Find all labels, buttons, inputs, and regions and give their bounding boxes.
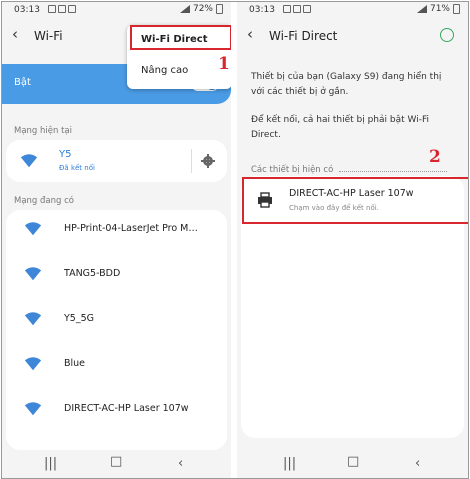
status-bar: 03:13 71% — [237, 2, 468, 22]
wifi-icon — [24, 312, 42, 326]
screenshot-frame: 03:13 72% ‹ Wi-Fi Bật Mạng hiện tại Y5 Đ… — [1, 1, 469, 479]
wifi-settings-screen: 03:13 72% ‹ Wi-Fi Bật Mạng hiện tại Y5 Đ… — [2, 2, 231, 478]
wifi-icon — [24, 267, 42, 281]
gear-icon[interactable] — [201, 154, 215, 168]
available-devices-header: Các thiết bị hiện có — [251, 165, 334, 175]
nav-bar: ||| □ ‹ — [2, 450, 231, 478]
back-arrow-icon[interactable]: ‹ — [247, 25, 253, 43]
divider — [191, 149, 192, 173]
status-bar: 03:13 72% — [2, 2, 231, 22]
status-time: 03:13 — [249, 5, 275, 15]
battery-percent: 71% — [429, 4, 450, 14]
list-item[interactable]: TANG5-BDD — [6, 257, 227, 293]
highlight-box — [242, 177, 468, 224]
back-arrow-icon[interactable]: ‹ — [12, 25, 18, 43]
toggle-label: Bật — [14, 77, 31, 88]
network-name: Blue — [64, 358, 86, 369]
back-icon[interactable]: ‹ — [178, 456, 183, 471]
battery-icon — [453, 4, 460, 14]
wifi-icon — [20, 154, 38, 168]
scan-progress-icon — [440, 28, 454, 42]
app-bar: ‹ Wi-Fi Direct — [237, 22, 468, 52]
list-item[interactable]: HP-Print-04-LaserJet Pro M… — [6, 212, 227, 248]
network-name: HP-Print-04-LaserJet Pro M… — [64, 223, 198, 234]
menu-item-advanced[interactable]: Nâng cao — [141, 65, 188, 76]
current-network-header: Mạng hiện tại — [14, 126, 72, 136]
status-time: 03:13 — [14, 5, 40, 15]
wifi-icon — [24, 357, 42, 371]
home-icon[interactable]: □ — [110, 454, 122, 469]
recent-apps-icon[interactable]: ||| — [44, 456, 57, 471]
wifi-icon — [24, 222, 42, 236]
available-networks-header: Mạng đang có — [14, 196, 74, 206]
page-title: Wi-Fi Direct — [269, 29, 338, 43]
highlight-box — [130, 25, 231, 50]
network-list: HP-Print-04-LaserJet Pro M… TANG5-BDD Y5… — [6, 210, 227, 450]
callout-number: 2 — [429, 147, 441, 167]
network-name: TANG5-BDD — [64, 268, 121, 279]
wifi-direct-screen: 03:13 71% ‹ Wi-Fi Direct Thiết bị của bạ… — [237, 2, 468, 478]
current-network-card[interactable]: Y5 Đã kết nối — [6, 140, 227, 182]
network-name: DIRECT-AC-HP Laser 107w — [64, 403, 189, 414]
recent-apps-icon[interactable]: ||| — [283, 456, 296, 471]
current-network-name: Y5 — [59, 149, 72, 160]
connect-instruction: Để kết nối, cả hai thiết bị phải bật Wi-… — [251, 115, 429, 140]
network-name: Y5_5G — [64, 313, 95, 324]
list-item[interactable]: Blue — [6, 347, 227, 383]
section-divider — [339, 171, 447, 172]
battery-percent: 72% — [192, 4, 213, 14]
signal-icon — [179, 5, 190, 13]
notification-icons — [48, 5, 76, 13]
back-icon[interactable]: ‹ — [415, 456, 420, 471]
page-title: Wi-Fi — [34, 29, 63, 43]
wifi-icon — [24, 402, 42, 416]
battery-icon — [216, 4, 223, 14]
list-item[interactable]: DIRECT-AC-HP Laser 107w — [6, 392, 227, 428]
callout-number: 1 — [218, 54, 230, 74]
notification-icons — [283, 5, 311, 13]
visibility-description: Thiết bị của bạn (Galaxy S9) đang hiển t… — [251, 72, 442, 97]
status-icons: 72% — [179, 4, 223, 14]
status-icons: 71% — [416, 4, 460, 14]
home-icon[interactable]: □ — [347, 454, 359, 469]
current-network-status: Đã kết nối — [59, 164, 95, 172]
list-item[interactable]: Y5_5G — [6, 302, 227, 338]
nav-bar: ||| □ ‹ — [237, 450, 468, 478]
signal-icon — [416, 5, 427, 13]
